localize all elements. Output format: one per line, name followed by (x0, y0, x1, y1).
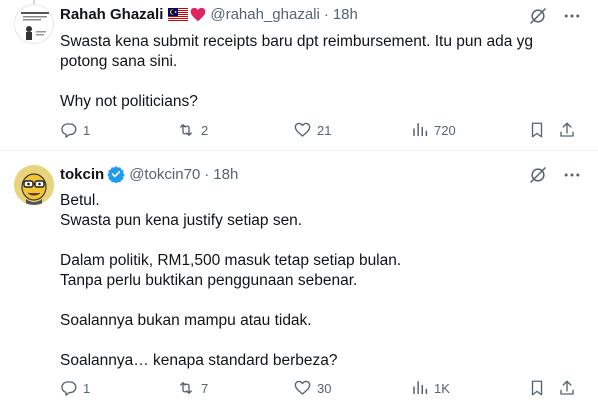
avatar[interactable] (14, 165, 54, 205)
grok-icon[interactable] (528, 165, 548, 185)
views-count: 720 (434, 122, 456, 138)
tweet-top-actions (528, 6, 582, 26)
grok-icon[interactable] (528, 6, 548, 26)
share-icon (560, 122, 574, 137)
verified-badge-icon[interactable] (107, 165, 125, 183)
bookmark-button[interactable] (528, 379, 546, 397)
share-button[interactable] (558, 121, 576, 139)
reply-icon (61, 381, 77, 396)
tweet-action-bar: 1 2 21 720 (60, 121, 580, 141)
bookmark-icon (531, 380, 543, 396)
display-name[interactable]: tokcin (60, 166, 104, 183)
like-count: 21 (317, 122, 332, 138)
user-handle[interactable]: @rahah_ghazali (210, 6, 319, 23)
reply-count: 1 (83, 122, 91, 138)
like-button[interactable]: 21 (293, 121, 331, 139)
tweet-action-bar: 1 7 30 1K (60, 379, 580, 399)
tweet-header: tokcin @tokcin70 · 18h (60, 165, 238, 183)
repost-icon (180, 382, 192, 394)
tweet-text: Swasta kena submit receipts baru dpt rei… (60, 33, 533, 110)
separator-dot: · (204, 165, 210, 183)
share-button[interactable] (558, 379, 576, 397)
tweet-text: Betul. Swasta pun kena justify setiap se… (60, 192, 402, 369)
user-handle[interactable]: @tokcin70 (129, 166, 200, 183)
repost-count: 7 (201, 380, 209, 396)
bookmark-button[interactable] (528, 121, 546, 139)
views-count: 1K (434, 380, 450, 396)
like-count: 30 (317, 380, 332, 396)
reply-icon (61, 123, 77, 138)
like-icon (294, 380, 311, 395)
separator-dot: · (323, 6, 329, 23)
more-icon[interactable] (562, 6, 582, 26)
tweet-rahah-ghazali[interactable]: Rahah Ghazali @rahah_ghazali · 18h Swast… (0, 0, 598, 150)
timestamp[interactable]: 18h (333, 6, 358, 23)
red-heart-icon (191, 7, 206, 22)
views-icon (413, 123, 428, 136)
like-icon (294, 122, 311, 137)
tweet-header: Rahah Ghazali @rahah_ghazali · 18h (60, 6, 358, 23)
reply-button[interactable]: 1 (60, 379, 90, 397)
repost-button[interactable]: 7 (176, 379, 208, 397)
malaysia-flag-icon (168, 7, 189, 22)
repost-button[interactable]: 2 (176, 121, 208, 139)
more-icon[interactable] (562, 165, 582, 185)
display-name[interactable]: Rahah Ghazali (60, 6, 163, 23)
repost-icon (180, 124, 192, 136)
repost-count: 2 (201, 122, 209, 138)
bookmark-icon (531, 122, 543, 138)
views-button[interactable]: 1K (411, 379, 450, 397)
share-icon (560, 380, 574, 395)
reply-count: 1 (83, 380, 91, 396)
timestamp[interactable]: 18h (213, 166, 238, 183)
tweet-tokcin[interactable]: tokcin @tokcin70 · 18h Betul. Swasta pun… (0, 150, 598, 407)
reply-button[interactable]: 1 (60, 121, 90, 139)
like-button[interactable]: 30 (293, 379, 331, 397)
avatar[interactable] (14, 4, 54, 44)
tweet-top-actions (528, 165, 582, 185)
views-button[interactable]: 720 (411, 121, 456, 139)
views-icon (413, 381, 428, 394)
